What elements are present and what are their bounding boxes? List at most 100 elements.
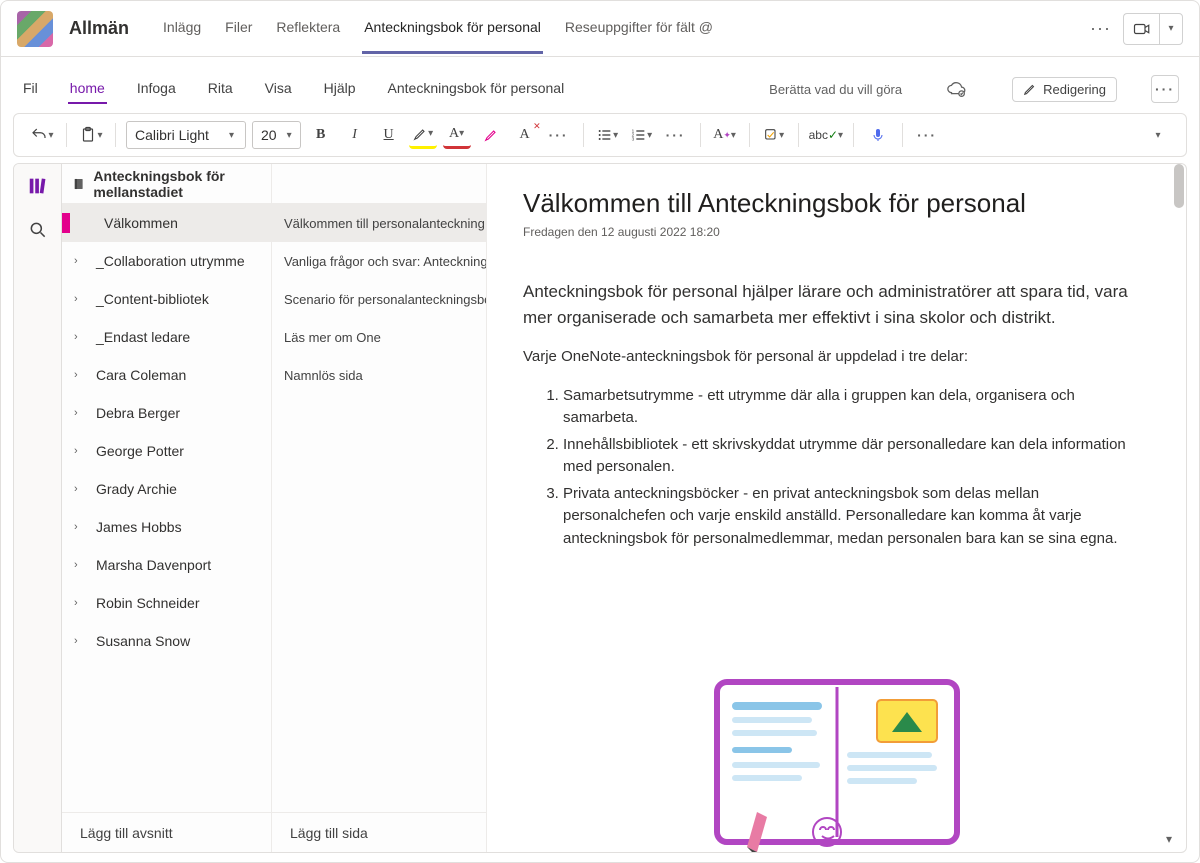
add-section-button[interactable]: Lägg till avsnitt	[62, 812, 271, 852]
more-para-button[interactable]: ···	[662, 121, 690, 149]
pencil-icon	[1023, 82, 1037, 96]
ribbon-tab[interactable]: Hjälp	[322, 74, 358, 104]
clear-text-button[interactable]: A✕	[511, 121, 539, 149]
bullet-list-icon	[597, 127, 613, 143]
ribbon-tab[interactable]: Fil	[21, 74, 40, 104]
section-item[interactable]: ›Marsha Davenport	[62, 546, 271, 584]
highlight-button[interactable]: ▾	[409, 121, 437, 149]
bold-button[interactable]: B	[307, 121, 335, 149]
section-item[interactable]: ›_Endast ledare	[62, 318, 271, 356]
font-size-select[interactable]: 20▾	[252, 121, 301, 149]
sync-status-icon[interactable]	[946, 78, 968, 100]
section-item[interactable]: › Cara Coleman	[62, 356, 271, 394]
undo-icon	[30, 126, 48, 144]
page-item[interactable]: Välkommen till personalanteckning	[272, 204, 486, 242]
numbering-button[interactable]: 123▾	[628, 121, 656, 149]
page-item[interactable]: Namnlös sida	[272, 356, 486, 394]
chevron-down-icon: ▾	[459, 128, 464, 139]
search-icon	[28, 220, 48, 240]
notebook-header[interactable]: Anteckningsbok för mellanstadiet	[62, 164, 271, 204]
number-list-icon: 123	[631, 127, 647, 143]
chevron-down-icon: ▾	[1168, 23, 1173, 34]
chevron-right-icon: ›	[74, 483, 88, 495]
editing-mode-button[interactable]: Redigering	[1012, 77, 1117, 102]
section-item[interactable]: ›_Content-bibliotek	[62, 280, 271, 318]
teams-header: Allmän Inlägg Filer Reflektera Anteckningsb…	[1, 1, 1199, 57]
section-item[interactable]: ›Susanna Snow	[62, 622, 271, 660]
section-item[interactable]: ›_Collaboration utrymme	[62, 242, 271, 280]
add-page-button[interactable]: Lägg till sida	[272, 812, 486, 852]
styles-button[interactable]: A✦▾	[711, 121, 739, 149]
channel-tab[interactable]: Reseuppgifter för fält @	[563, 3, 715, 54]
font-color-button[interactable]: A▾	[443, 121, 471, 149]
tag-icon	[763, 127, 779, 143]
sections-panel: Anteckningsbok för mellanstadiet Välkomm…	[62, 164, 272, 852]
chevron-right-icon: ›	[74, 407, 88, 419]
ribbon-more-button[interactable]: ···	[1151, 75, 1179, 103]
spellcheck-button[interactable]: abc✓▾	[809, 121, 843, 149]
list-item: Privata anteckningsböcker - en privat an…	[563, 483, 1143, 551]
section-label: _Endast ledare	[96, 329, 190, 345]
chevron-right-icon: ›	[74, 369, 88, 381]
chevron-down-icon: ▾	[1155, 130, 1160, 141]
notebooks-icon[interactable]	[26, 174, 50, 198]
section-label: Cara Coleman	[96, 367, 186, 383]
more-font-button[interactable]: ···	[545, 121, 573, 149]
section-item[interactable]: ›James Hobbs	[62, 508, 271, 546]
toolbar-overflow-button[interactable]: ···	[913, 121, 941, 149]
chevron-down-icon: ▾	[838, 130, 843, 141]
editing-mode-label: Redigering	[1043, 82, 1106, 97]
page-body[interactable]: Anteckningsbok för personal hjälper lära…	[523, 279, 1143, 550]
ribbon-tab[interactable]: Anteckningsbok för personal	[386, 74, 567, 104]
ribbon-tab[interactable]: Infoga	[135, 74, 178, 104]
ribbon-tab[interactable]: Rita	[206, 74, 235, 104]
font-family-select[interactable]: Calibri Light▾	[126, 121, 246, 149]
channel-tab[interactable]: Reflektera	[274, 3, 342, 54]
italic-button[interactable]: I	[341, 121, 369, 149]
section-item[interactable]: ›George Potter	[62, 432, 271, 470]
svg-text:3: 3	[632, 136, 635, 141]
meet-button[interactable]	[1123, 13, 1159, 45]
expand-chevron-icon[interactable]: ▾	[1166, 832, 1172, 846]
section-item[interactable]: › Debra Berger	[62, 394, 271, 432]
section-label: Grady Archie	[96, 481, 177, 497]
bullets-button[interactable]: ▾	[594, 121, 622, 149]
page-item[interactable]: Scenario för personalanteckningsbok...	[272, 280, 486, 318]
chevron-down-icon: ▾	[287, 130, 292, 141]
paste-button[interactable]: ▾	[77, 121, 105, 149]
section-item[interactable]: Välkommen	[62, 204, 271, 242]
scrollbar-thumb[interactable]	[1174, 164, 1184, 208]
chevron-down-icon: ▾	[48, 130, 53, 141]
channel-tab[interactable]: Filer	[223, 3, 254, 54]
ribbon-tab[interactable]: Visa	[263, 74, 294, 104]
tags-button[interactable]: ▾	[760, 121, 788, 149]
meet-dropdown[interactable]: ▾	[1159, 13, 1183, 45]
channel-tab[interactable]: Anteckningsbok för personal	[362, 3, 543, 54]
search-icon-button[interactable]	[26, 218, 50, 242]
channel-name: Allmän	[69, 18, 129, 39]
underline-button[interactable]: U	[375, 121, 403, 149]
notebook-title: Anteckningsbok för mellanstadiet	[93, 168, 261, 200]
chevron-down-icon: ▾	[731, 130, 736, 141]
tell-me-search[interactable]: Berätta vad du vill göra	[769, 82, 902, 97]
section-label: Robin Schneider	[96, 595, 200, 611]
page-item[interactable]: Vanliga frågor och svar: Anteckningsbok …	[272, 242, 486, 280]
ribbon-collapse-button[interactable]: ▾	[1144, 121, 1172, 149]
section-item[interactable]: ›Robin Schneider	[62, 584, 271, 622]
section-item[interactable]: › Grady Archie	[62, 470, 271, 508]
clear-format-button[interactable]	[477, 121, 505, 149]
list-item: Samarbetsutrymme - ett utrymme där alla …	[563, 385, 1143, 430]
page-item[interactable]: Läs mer om One	[272, 318, 486, 356]
dictate-button[interactable]	[864, 121, 892, 149]
ribbon-tab[interactable]: home	[68, 74, 107, 104]
channel-tabs: Inlägg Filer Reflektera Anteckningsbok för …	[161, 3, 715, 54]
page-title[interactable]: Välkommen till Anteckningsbok för person…	[523, 188, 1150, 219]
ellipsis-icon: ···	[666, 127, 686, 143]
undo-button[interactable]: ▾	[28, 121, 56, 149]
team-avatar	[17, 11, 53, 47]
section-label: Debra Berger	[96, 405, 180, 421]
page-canvas[interactable]: Välkommen till Anteckningsbok för person…	[487, 164, 1186, 852]
ellipsis-icon: ···	[1155, 81, 1175, 97]
channel-more-icon[interactable]: ···	[1090, 18, 1111, 39]
channel-tab[interactable]: Inlägg	[161, 3, 203, 54]
